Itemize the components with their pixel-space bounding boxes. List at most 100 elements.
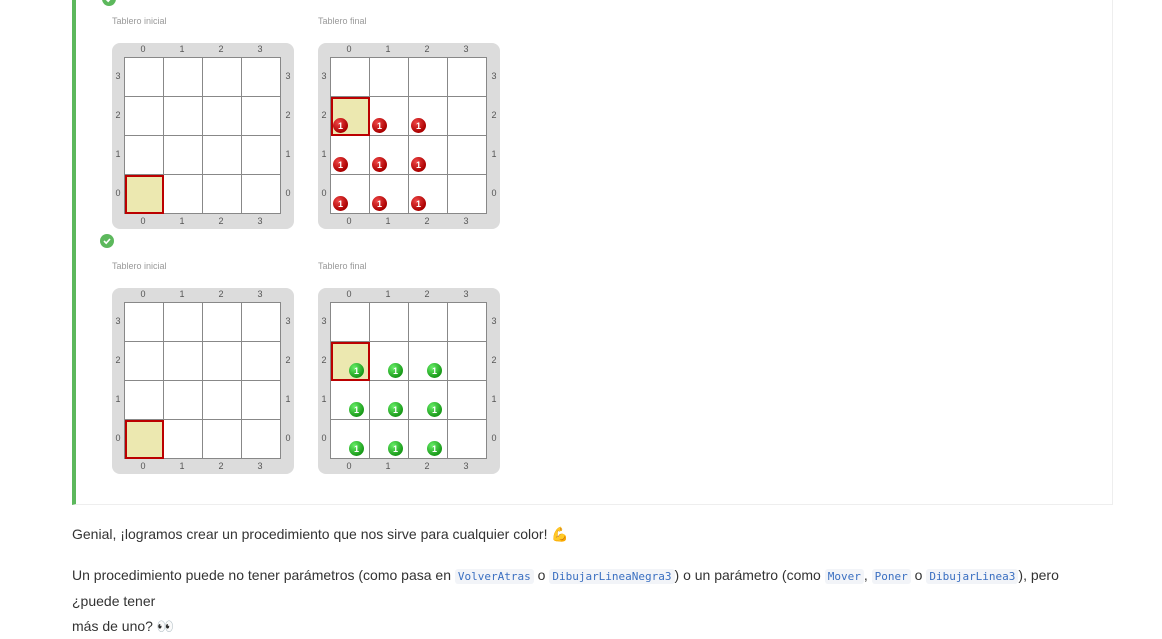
green-ball-icon: 1 xyxy=(349,402,364,417)
board-cell: 1 xyxy=(370,342,409,381)
board-cell-head: 1 xyxy=(331,97,370,136)
paragraph-text: , xyxy=(863,567,872,583)
board-cell: 1 xyxy=(370,420,409,459)
column-coordinate: 1 xyxy=(179,44,185,54)
column-coordinate: 3 xyxy=(463,289,469,299)
column-coordinate: 0 xyxy=(140,461,146,471)
board-cell xyxy=(125,97,164,136)
column-coordinate: 3 xyxy=(257,44,263,54)
board-cell xyxy=(203,97,242,136)
column-coordinate: 2 xyxy=(424,44,430,54)
final-board: 0 0 0 0 1 1 1 1 2 2 2 2 3 3 3 3 1 1 1 1 1 1 1 1 1 xyxy=(318,288,500,474)
paragraph-text: Genial, ¡logramos crear un procedimiento… xyxy=(72,526,552,542)
row-coordinate: 2 xyxy=(491,110,497,120)
board-cell: 1 xyxy=(409,175,448,214)
initial-board: 0 0 0 0 1 1 1 1 2 2 2 2 3 3 3 3 xyxy=(112,43,294,229)
row-coordinate: 3 xyxy=(491,316,497,326)
board-cell xyxy=(448,97,487,136)
paragraph-text: ) o un parámetro (como xyxy=(674,567,825,583)
row-coordinate: 1 xyxy=(115,394,121,404)
row-coordinate: 2 xyxy=(285,110,291,120)
board-grid xyxy=(124,57,281,214)
board-cell xyxy=(448,303,487,342)
board-cell xyxy=(409,58,448,97)
code-mover: Mover xyxy=(824,569,864,584)
final-board-label: Tablero final xyxy=(318,16,367,26)
green-ball-icon: 1 xyxy=(427,441,442,456)
row-coordinate: 3 xyxy=(115,71,121,81)
paragraph-parameters: Un procedimiento puede no tener parámetr… xyxy=(72,563,1108,639)
board-grid: 1 1 1 1 1 1 1 1 1 xyxy=(330,302,487,459)
column-coordinate: 3 xyxy=(257,461,263,471)
row-coordinate: 3 xyxy=(285,316,291,326)
board-cell xyxy=(203,58,242,97)
board-cell: 1 xyxy=(331,381,370,420)
board-cell: 1 xyxy=(331,420,370,459)
column-coordinate: 3 xyxy=(463,44,469,54)
column-coordinate: 3 xyxy=(463,461,469,471)
board-cell xyxy=(242,175,281,214)
board-cell xyxy=(164,420,203,459)
eyes-icon: 👀 xyxy=(156,618,175,634)
board-cell: 1 xyxy=(409,342,448,381)
board-grid: 1 1 1 1 1 1 1 1 1 xyxy=(330,57,487,214)
board-cell: 1 xyxy=(331,136,370,175)
row-coordinate: 0 xyxy=(491,188,497,198)
column-coordinate: 3 xyxy=(257,216,263,226)
green-ball-icon: 1 xyxy=(388,402,403,417)
red-ball-icon: 1 xyxy=(372,118,387,133)
board-cell: 1 xyxy=(409,381,448,420)
code-dibujar-linea3: DibujarLinea3 xyxy=(926,569,1019,584)
red-ball-icon: 1 xyxy=(333,118,348,133)
board-cell-head: 1 xyxy=(331,342,370,381)
board-cell xyxy=(242,420,281,459)
column-coordinate: 1 xyxy=(179,216,185,226)
board-cell xyxy=(125,136,164,175)
board-cell: 1 xyxy=(331,175,370,214)
board-cell: 1 xyxy=(370,97,409,136)
column-coordinate: 2 xyxy=(218,289,224,299)
row-coordinate: 3 xyxy=(321,71,327,81)
red-ball-icon: 1 xyxy=(333,196,348,211)
board-cell xyxy=(448,342,487,381)
board-cell xyxy=(203,342,242,381)
row-coordinate: 3 xyxy=(491,71,497,81)
board-cell xyxy=(242,136,281,175)
row-coordinate: 2 xyxy=(285,355,291,365)
column-coordinate: 0 xyxy=(140,44,146,54)
column-coordinate: 1 xyxy=(385,216,391,226)
board-cell xyxy=(125,342,164,381)
green-ball-icon: 1 xyxy=(427,363,442,378)
board-cell-head xyxy=(125,175,164,214)
column-coordinate: 3 xyxy=(257,289,263,299)
column-coordinate: 2 xyxy=(424,289,430,299)
green-ball-icon: 1 xyxy=(388,363,403,378)
row-coordinate: 0 xyxy=(491,433,497,443)
column-coordinate: 1 xyxy=(385,289,391,299)
row-coordinate: 3 xyxy=(285,71,291,81)
row-coordinate: 3 xyxy=(321,316,327,326)
board-cell: 1 xyxy=(409,97,448,136)
row-coordinate: 2 xyxy=(321,355,327,365)
board-cell xyxy=(203,303,242,342)
code-volver-atras: VolverAtras xyxy=(454,569,534,584)
board-cell xyxy=(448,58,487,97)
flexed-biceps-icon: 💪 xyxy=(551,526,569,542)
green-ball-icon: 1 xyxy=(388,441,403,456)
column-coordinate: 3 xyxy=(463,216,469,226)
board-cell-head xyxy=(125,420,164,459)
row-coordinate: 1 xyxy=(321,149,327,159)
board-cell: 1 xyxy=(409,136,448,175)
board-cell xyxy=(242,342,281,381)
board-cell xyxy=(370,303,409,342)
column-coordinate: 0 xyxy=(346,289,352,299)
column-coordinate: 2 xyxy=(218,461,224,471)
row-coordinate: 1 xyxy=(491,394,497,404)
red-ball-icon: 1 xyxy=(411,157,426,172)
paragraph-text: Un procedimiento puede no tener parámetr… xyxy=(72,567,455,583)
board-cell xyxy=(203,420,242,459)
row-coordinate: 0 xyxy=(115,188,121,198)
paragraph-text: más de uno? xyxy=(72,618,157,634)
code-dibujar-linea-negra3: DibujarLineaNegra3 xyxy=(549,569,675,584)
board-cell xyxy=(164,136,203,175)
